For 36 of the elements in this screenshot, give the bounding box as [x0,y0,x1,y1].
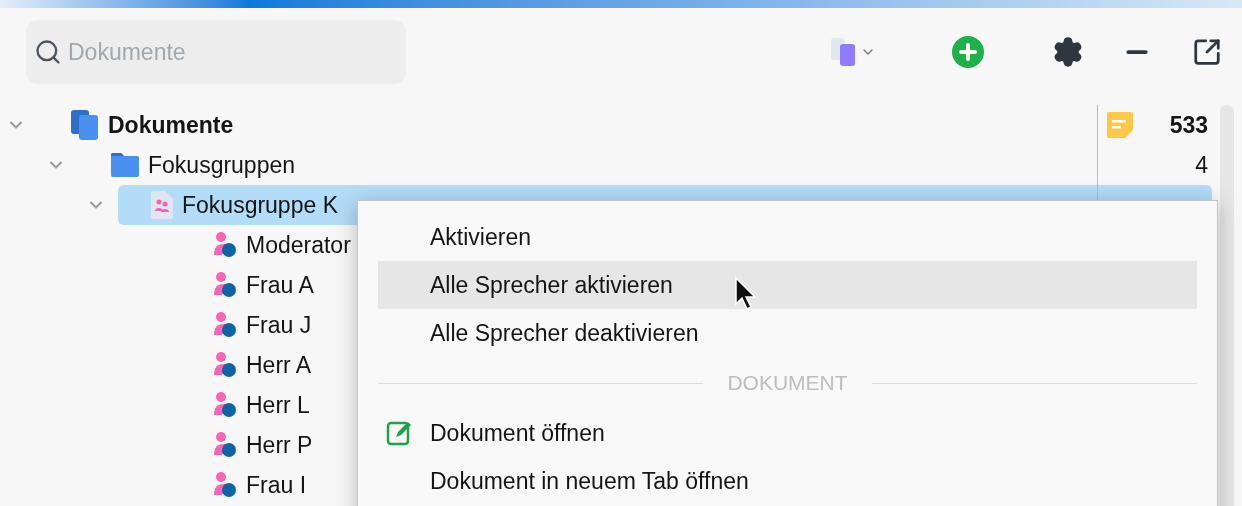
tree-label: Frau J [246,310,312,340]
tree-label: Fokusgruppe K [182,190,338,220]
search-field[interactable]: Dokumente [26,20,406,84]
speaker-icon [212,351,238,379]
tree-label: Herr L [246,390,310,420]
pop-out-icon[interactable] [1192,37,1222,67]
speaker-icon [212,391,238,419]
count-text: 533 [1169,110,1208,140]
folder-icon [110,152,140,178]
tree-label: Frau I [246,470,307,500]
menu-item[interactable]: Alle Sprecher aktivieren [378,261,1197,309]
count-text: 4 [1195,150,1208,180]
tree-row[interactable]: Dokumente 533 [38,105,1212,145]
speaker-icon [212,271,238,299]
scrollbar-track[interactable] [1220,105,1234,506]
tree-label: Herr A [246,350,312,380]
menu-section-heading: DOKUMENT [727,370,848,397]
add-button[interactable] [952,36,984,68]
tree-label: Fokusgruppen [148,150,296,180]
plus-icon [959,43,977,61]
tree-label: Herr P [246,430,313,460]
group-document-icon [150,190,174,220]
documents-icon [70,109,100,141]
documents-icon [830,37,856,67]
mouse-pointer-icon [734,276,758,312]
edit-icon [386,419,414,447]
speaker-icon [212,471,238,499]
speaker-icon [212,431,238,459]
tree-label: Moderator [246,230,351,260]
speaker-icon [212,231,238,259]
tree-label: Dokumente [108,110,234,140]
note-icon [1106,111,1134,139]
tree-label: Frau A [246,270,314,300]
settings-icon[interactable] [1052,36,1084,68]
speaker-icon [212,311,238,339]
search-icon [34,38,62,66]
